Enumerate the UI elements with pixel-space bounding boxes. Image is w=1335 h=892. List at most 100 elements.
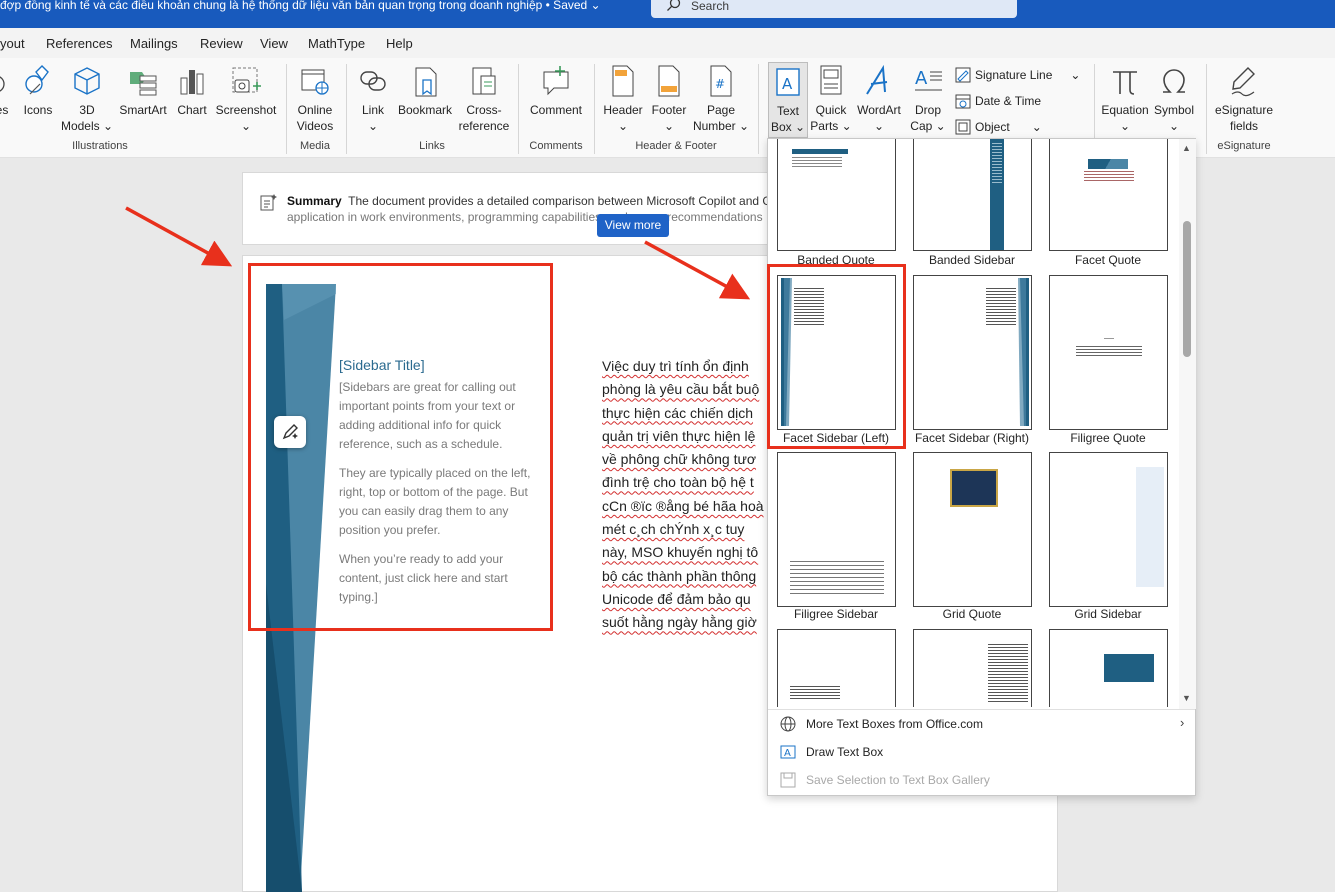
gallery-thumb[interactable] [1049, 629, 1168, 707]
draw-text-box-icon: A [780, 745, 796, 759]
svg-text:#: # [715, 77, 725, 91]
smartart-icon [130, 72, 157, 96]
body-text[interactable]: Việc duy trì tính ổn định phòng là yêu c… [602, 355, 768, 635]
body-line: Unicode để đảm bảo qu [602, 590, 751, 607]
icons-button[interactable]: Icons [20, 64, 56, 118]
search-icon [667, 0, 681, 11]
body-line: mét c¸ch chÝnh x¸c tuy [602, 521, 745, 538]
header-button[interactable]: Header ⌄ [600, 64, 646, 134]
svg-text:A: A [782, 75, 793, 93]
smartart-button[interactable]: SmartArt [116, 64, 170, 118]
video-icon [301, 69, 329, 95]
bookmark-button[interactable]: Bookmark [396, 64, 454, 118]
save-selection-menu-item: Save Selection to Text Box Gallery [780, 772, 990, 788]
calendar-icon [955, 94, 971, 109]
drop-cap-button[interactable]: A Drop Cap ⌄ [908, 64, 948, 134]
gallery-label: Banded Sidebar [928, 253, 1016, 267]
pen-signature-icon [1231, 67, 1255, 97]
object-icon [955, 119, 971, 135]
tab-layout[interactable]: yout [0, 36, 25, 51]
more-text-boxes-menu-item[interactable]: More Text Boxes from Office.com [780, 716, 983, 732]
gallery-thumb-grid-quote[interactable] [913, 452, 1032, 607]
group-label-esignature: eSignature [1217, 140, 1271, 152]
body-line: đình trệ cho toàn bộ hệ t [602, 474, 754, 491]
footer-icon [658, 65, 680, 97]
body-line: cCn ®ïc ®ång bé hãa hoà [602, 497, 764, 514]
svg-text:A: A [915, 68, 928, 89]
page-number-button[interactable]: # Page Number ⌄ [692, 64, 750, 134]
quick-parts-icon [820, 65, 842, 95]
text-box-button[interactable]: A Text Box ⌄ [768, 62, 808, 138]
draw-text-box-menu-item[interactable]: A Draw Text Box [780, 744, 883, 760]
chevron-right-icon: › [1180, 715, 1185, 730]
gallery-thumb-facet-sidebar-right[interactable] [913, 275, 1032, 430]
search-box[interactable]: Search [651, 0, 1017, 18]
body-line: Việc duy trì tính ổn định [602, 358, 749, 374]
tab-view[interactable]: View [260, 36, 288, 51]
summary-line-2: application in work environments, progra… [287, 210, 763, 224]
pictures-button[interactable]: es [0, 64, 12, 118]
gallery-label: Facet Quote [1074, 253, 1142, 267]
equation-button[interactable]: Equation ⌄ [1100, 64, 1150, 134]
header-icon [612, 65, 634, 97]
save-icon [780, 772, 796, 788]
esignature-fields-button[interactable]: eSignature fields [1212, 64, 1276, 134]
signature-line-button[interactable]: Signature Line ⌄ [955, 67, 1080, 83]
document-title[interactable]: đợp đồng kinh tế và các điều khoản chung… [0, 0, 601, 12]
object-button[interactable]: Object ⌄ [955, 119, 1042, 135]
highlight-sidebar-box [248, 263, 553, 631]
symbol-button[interactable]: Symbol ⌄ [1152, 64, 1196, 134]
gallery-thumb[interactable] [913, 629, 1032, 707]
group-label-header-footer: Header & Footer [635, 140, 717, 152]
comment-button[interactable]: Comment [526, 64, 586, 118]
body-line: suốt hằng ngày hằng giờ [602, 614, 757, 631]
gallery-thumb-facet-quote[interactable] [1049, 139, 1168, 251]
gallery-thumb[interactable] [777, 629, 896, 707]
ribbon-divider [518, 64, 519, 154]
date-time-button[interactable]: Date & Time [955, 93, 1041, 109]
link-icon [360, 71, 386, 91]
tab-help[interactable]: Help [386, 36, 413, 51]
footer-button[interactable]: Footer ⌄ [648, 64, 690, 134]
quick-parts-button[interactable]: Quick Parts ⌄ [810, 64, 852, 134]
page-number-icon: # [710, 65, 732, 97]
3d-models-button[interactable]: 3D Models ⌄ [58, 64, 116, 134]
svg-text:A: A [784, 748, 791, 759]
gallery-thumb-grid-sidebar[interactable] [1049, 452, 1168, 607]
ribbon-divider [594, 64, 595, 154]
gallery-thumb-banded-sidebar[interactable] [913, 139, 1032, 251]
ribbon-divider [346, 64, 347, 154]
gallery-thumb-filigree-sidebar[interactable] [777, 452, 896, 607]
gallery-scroll-thumb[interactable] [1183, 221, 1191, 357]
tab-mathtype[interactable]: MathType [308, 36, 365, 51]
gallery-thumb-filigree-quote[interactable] [1049, 275, 1168, 430]
summary-line-1: Summary The document provides a detailed… [287, 194, 772, 208]
summary-label: Summary [287, 194, 342, 208]
gallery-scrollbar[interactable]: ▲ ▼ [1179, 139, 1196, 709]
ribbon-divider [1206, 64, 1207, 154]
body-line: phòng là yêu cầu bắt buộ [602, 381, 760, 398]
text-box-gallery: Banded Quote Banded Sidebar Facet Quote … [767, 138, 1196, 796]
tab-mailings[interactable]: Mailings [130, 36, 178, 51]
drop-cap-icon: A [915, 68, 942, 91]
wordart-button[interactable]: WordArt ⌄ [854, 64, 904, 134]
signature-icon [955, 67, 971, 83]
omega-icon [1163, 69, 1185, 93]
scroll-up-icon[interactable]: ▲ [1182, 143, 1191, 153]
tab-review[interactable]: Review [200, 36, 243, 51]
gallery-label: Filigree Quote [1070, 431, 1146, 445]
menu-bar: yout References Mailings Review View Mat… [0, 28, 1335, 58]
pi-icon [1113, 71, 1137, 95]
view-more-button[interactable]: View more [597, 214, 669, 237]
screenshot-button[interactable]: Screenshot ⌄ [214, 64, 278, 134]
online-videos-button[interactable]: Online Videos [292, 64, 338, 134]
link-button[interactable]: Link ⌄ [354, 64, 392, 134]
chart-button[interactable]: Chart [172, 64, 212, 118]
gallery-thumb-banded-quote[interactable] [777, 139, 896, 251]
cube-icon [74, 67, 100, 95]
tab-references[interactable]: References [46, 36, 112, 51]
scroll-down-icon[interactable]: ▼ [1182, 693, 1191, 703]
group-label-illustrations: Illustrations [72, 140, 128, 152]
cross-reference-button[interactable]: Cross-reference [458, 64, 510, 134]
cross-reference-icon [472, 67, 496, 95]
